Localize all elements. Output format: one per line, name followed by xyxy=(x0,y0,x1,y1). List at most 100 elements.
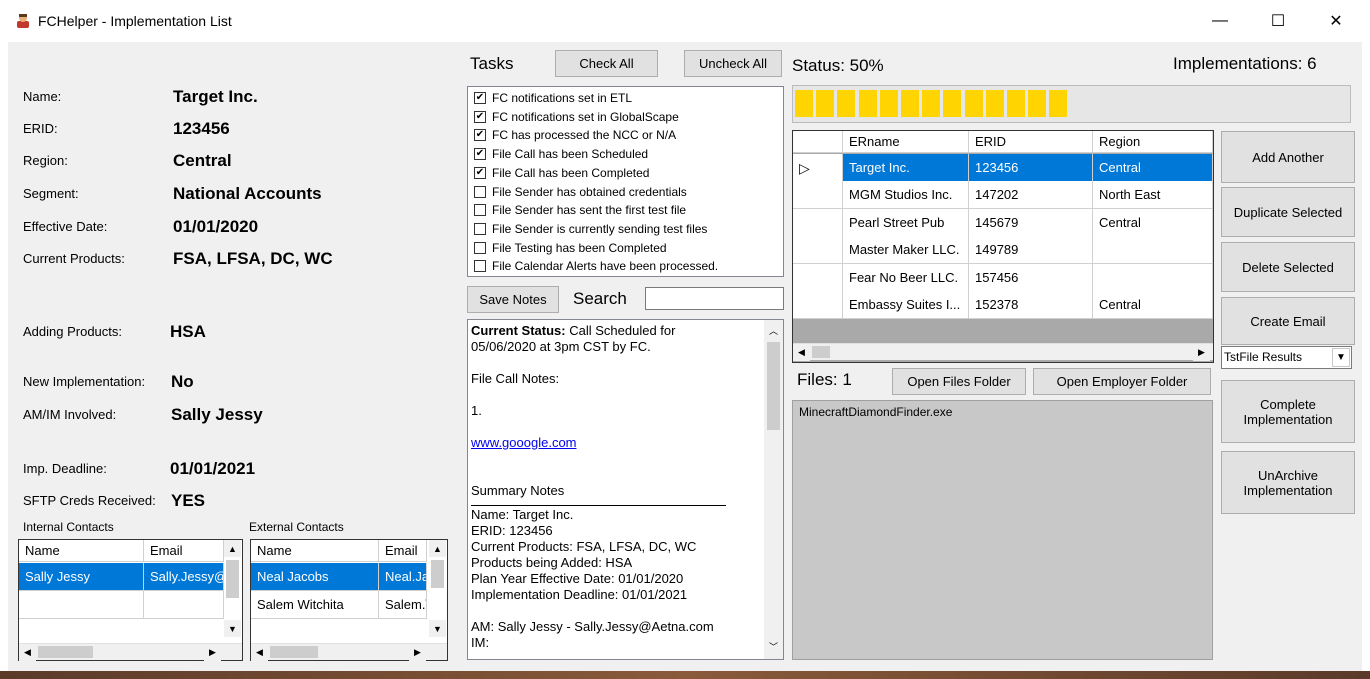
table-cell[interactable] xyxy=(144,591,224,619)
table-cell-region[interactable]: Central xyxy=(1093,291,1213,319)
table-cell-erid[interactable]: 149789 xyxy=(969,236,1093,265)
task-item[interactable]: ✔ File Call has been Scheduled xyxy=(474,145,648,163)
table-cell-region[interactable] xyxy=(1093,236,1213,265)
scroll-up-icon[interactable]: ▲ xyxy=(224,540,241,557)
scroll-down-icon[interactable]: ▼ xyxy=(224,620,241,637)
notes-link[interactable]: www.gooogle.com xyxy=(471,435,577,450)
task-item[interactable]: ✔ FC notifications set in ETL xyxy=(474,89,632,107)
checkbox-unchecked-icon[interactable] xyxy=(474,260,486,273)
file-item[interactable]: MinecraftDiamondFinder.exe xyxy=(799,405,952,419)
scroll-left-icon[interactable]: ◀ xyxy=(793,344,810,361)
vertical-scroll-thumb[interactable] xyxy=(226,560,239,598)
row-header[interactable] xyxy=(793,181,843,210)
implementations-grid[interactable]: ERname ERID Region ◀ ▶ ▷ Target Inc. 12345… xyxy=(792,130,1214,363)
row-header[interactable]: ▷ xyxy=(793,154,843,182)
checkbox-checked-icon[interactable]: ✔ xyxy=(474,148,486,161)
table-cell-erid[interactable]: 152378 xyxy=(969,291,1093,319)
checkbox-checked-icon[interactable]: ✔ xyxy=(474,92,486,104)
scroll-left-icon[interactable]: ◀ xyxy=(19,644,36,661)
close-button[interactable]: ✕ xyxy=(1307,0,1365,42)
checkbox-checked-icon[interactable]: ✔ xyxy=(474,166,486,179)
table-cell-erid[interactable]: 147202 xyxy=(969,181,1093,210)
checkbox-unchecked-icon[interactable] xyxy=(474,241,486,254)
checkbox-unchecked-icon[interactable] xyxy=(474,185,486,198)
checkbox-unchecked-icon[interactable] xyxy=(474,204,486,217)
horizontal-scrollbar[interactable]: ◀ ▶ xyxy=(19,643,242,661)
save-notes-button[interactable]: Save Notes xyxy=(467,286,559,313)
table-cell[interactable]: Neal Jacobs xyxy=(251,563,379,591)
task-item[interactable]: File Sender has obtained credentials xyxy=(474,183,687,201)
table-cell[interactable]: Salem Witchita xyxy=(251,591,379,619)
table-cell-ername[interactable]: Fear No Beer LLC. xyxy=(843,263,969,292)
scroll-right-icon[interactable]: ▶ xyxy=(204,644,221,661)
table-cell-region[interactable]: Central xyxy=(1093,154,1213,182)
table-cell-ername[interactable]: Target Inc. xyxy=(843,154,969,182)
external-contacts-grid[interactable]: Name Email Neal Jacobs Neal.Ja Salem Wit… xyxy=(250,539,448,661)
checkbox-unchecked-icon[interactable] xyxy=(474,222,486,235)
vertical-scroll-thumb[interactable] xyxy=(767,342,780,430)
maximize-button[interactable]: ☐ xyxy=(1249,0,1307,42)
search-input[interactable] xyxy=(645,287,784,310)
horizontal-scroll-thumb[interactable] xyxy=(812,346,830,358)
delete-selected-button[interactable]: Delete Selected xyxy=(1221,242,1355,292)
row-header[interactable] xyxy=(793,263,843,292)
unarchive-implementation-button[interactable]: UnArchive Implementation xyxy=(1221,451,1355,514)
table-cell-erid[interactable]: 157456 xyxy=(969,263,1093,292)
scroll-down-icon[interactable]: ﹀ xyxy=(765,638,782,655)
horizontal-scrollbar[interactable]: ◀ ▶ xyxy=(793,343,1213,361)
minimize-button[interactable]: — xyxy=(1191,0,1249,42)
row-header[interactable] xyxy=(793,291,843,319)
table-cell-ername[interactable]: MGM Studios Inc. xyxy=(843,181,969,210)
task-item[interactable]: File Sender is currently sending test fi… xyxy=(474,220,707,238)
task-item[interactable]: File Calendar Alerts have been processed… xyxy=(474,257,718,275)
chevron-down-icon[interactable]: ▼ xyxy=(1332,348,1350,367)
table-cell-ername[interactable]: Pearl Street Pub xyxy=(843,208,969,237)
scroll-up-icon[interactable]: ▲ xyxy=(429,540,446,557)
uncheck-all-button[interactable]: Uncheck All xyxy=(684,50,782,77)
task-item[interactable]: File Sender has sent the first test file xyxy=(474,201,686,219)
table-cell-region[interactable]: Central xyxy=(1093,208,1213,237)
check-all-button[interactable]: Check All xyxy=(555,50,658,77)
add-another-button[interactable]: Add Another xyxy=(1221,131,1355,183)
column-header-erid[interactable]: ERID xyxy=(969,131,1093,153)
scroll-right-icon[interactable]: ▶ xyxy=(1193,344,1210,361)
column-header-email[interactable]: Email xyxy=(144,540,224,562)
row-header[interactable] xyxy=(793,208,843,237)
scroll-down-icon[interactable]: ▼ xyxy=(429,620,446,637)
vertical-scroll-thumb[interactable] xyxy=(431,560,444,588)
open-employer-folder-button[interactable]: Open Employer Folder xyxy=(1033,368,1211,395)
complete-implementation-button[interactable]: Complete Implementation xyxy=(1221,380,1355,443)
scroll-left-icon[interactable]: ◀ xyxy=(251,644,268,661)
task-item[interactable]: ✔ FC notifications set in GlobalScape xyxy=(474,108,679,126)
table-cell-region[interactable]: North East xyxy=(1093,181,1213,210)
table-cell-erid[interactable]: 123456 xyxy=(969,154,1093,182)
table-cell-ername[interactable]: Master Maker LLC. xyxy=(843,236,969,265)
notes-textbox[interactable]: Current Status: Call Scheduled for 05/06… xyxy=(467,319,784,660)
open-files-folder-button[interactable]: Open Files Folder xyxy=(892,368,1026,395)
column-header-region[interactable]: Region xyxy=(1093,131,1213,153)
scroll-right-icon[interactable]: ▶ xyxy=(409,644,426,661)
create-email-button[interactable]: Create Email xyxy=(1221,297,1355,345)
email-template-select[interactable]: TstFile Results ▼ xyxy=(1221,346,1352,369)
table-cell-region[interactable] xyxy=(1093,263,1213,292)
column-header-name[interactable]: Name xyxy=(19,540,144,562)
scroll-up-icon[interactable]: ︿ xyxy=(765,322,782,339)
notes-scrollbar[interactable]: ︿ ﹀ xyxy=(764,320,783,659)
horizontal-scroll-thumb[interactable] xyxy=(38,646,93,658)
row-header[interactable] xyxy=(793,236,843,265)
horizontal-scroll-thumb[interactable] xyxy=(270,646,318,658)
table-cell[interactable]: Neal.Ja xyxy=(379,563,427,591)
table-cell[interactable] xyxy=(19,591,144,619)
task-item[interactable]: File Testing has been Completed xyxy=(474,239,667,257)
checkbox-checked-icon[interactable]: ✔ xyxy=(474,129,486,142)
task-item[interactable]: ✔ FC has processed the NCC or N/A xyxy=(474,126,676,144)
horizontal-scrollbar[interactable]: ◀ ▶ xyxy=(251,643,447,661)
checkbox-checked-icon[interactable]: ✔ xyxy=(474,110,486,123)
column-header-ername[interactable]: ERname xyxy=(843,131,969,153)
table-cell[interactable]: Sally Jessy xyxy=(19,563,144,591)
files-list[interactable]: MinecraftDiamondFinder.exe xyxy=(792,400,1213,660)
column-header-email[interactable]: Email xyxy=(379,540,427,562)
duplicate-selected-button[interactable]: Duplicate Selected xyxy=(1221,187,1355,237)
table-cell[interactable]: Salem.\ xyxy=(379,591,427,619)
column-header-name[interactable]: Name xyxy=(251,540,379,562)
